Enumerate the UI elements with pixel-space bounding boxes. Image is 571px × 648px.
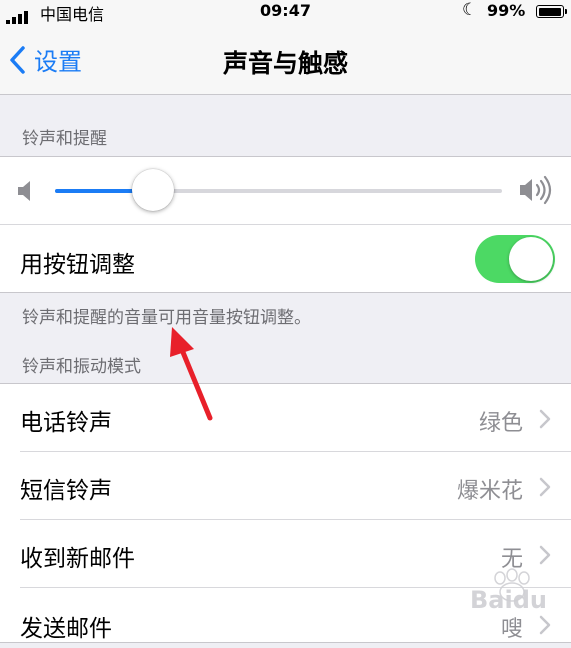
row-label: 短信铃声 xyxy=(20,478,112,504)
section-header-ringer: 铃声和提醒 xyxy=(22,129,107,149)
separator xyxy=(0,224,571,225)
change-with-buttons-toggle[interactable] xyxy=(475,235,555,283)
moon-icon: ☾ xyxy=(462,0,478,20)
annotation-arrow-icon xyxy=(170,327,213,421)
status-bar: 中国电信 09:47 ☾ 99% xyxy=(0,0,571,25)
volume-slider-thumb[interactable] xyxy=(132,169,175,211)
row-label: 发送邮件 xyxy=(20,616,112,642)
row-label: 收到新邮件 xyxy=(20,546,135,572)
toggle-knob xyxy=(509,237,553,281)
svg-text:Baidu: Baidu xyxy=(470,586,547,614)
ringer-group: 用按钮调整 xyxy=(0,156,571,293)
volume-slider[interactable] xyxy=(55,169,502,211)
chevron-right-icon xyxy=(539,477,551,497)
navigation-bar: 设置 声音与触感 xyxy=(0,24,571,95)
speaker-high-icon xyxy=(520,175,552,205)
volume-slider-row xyxy=(0,157,571,224)
row-label: 电话铃声 xyxy=(20,410,112,436)
battery-icon xyxy=(536,5,567,18)
row-value: 绿色 xyxy=(478,411,523,436)
chevron-right-icon xyxy=(539,409,551,429)
watermark-logo-icon: Baidu xyxy=(470,568,547,614)
change-with-buttons-label: 用按钮调整 xyxy=(20,252,135,278)
battery-percent: 99% xyxy=(487,1,526,20)
row-value: 爆米花 xyxy=(456,479,523,504)
battery-fill xyxy=(538,7,562,16)
page-title: 声音与触感 xyxy=(222,49,348,78)
list-item-text-tone[interactable]: 短信铃声 爆米花 xyxy=(0,452,571,519)
section-header-patterns: 铃声和振动模式 xyxy=(22,357,141,377)
list-item-ringtone[interactable]: 电话铃声 绿色 xyxy=(0,384,571,451)
speaker-low-icon xyxy=(18,181,30,201)
status-time: 09:47 xyxy=(260,1,311,20)
